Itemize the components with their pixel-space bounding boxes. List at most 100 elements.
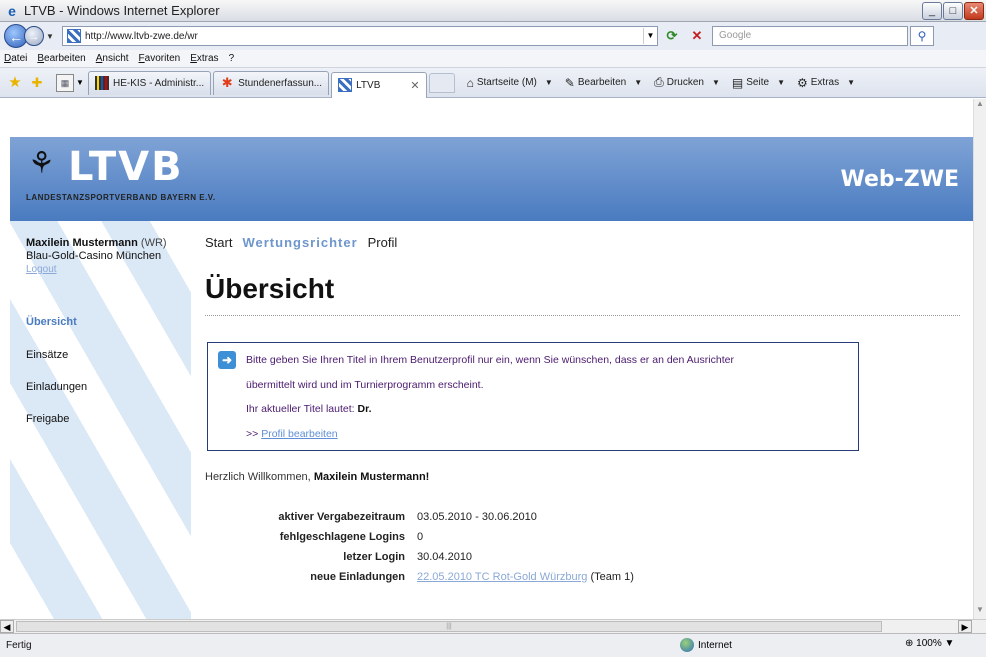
user-club: Blau-Gold-Casino München [26,250,162,262]
printer-icon: ⎙ [654,75,664,89]
page-icon: ▤ [731,75,744,90]
nav-start[interactable]: Start [205,235,232,250]
horizontal-scrollbar[interactable]: ◀ ||| ▶ [0,619,986,633]
print-button[interactable]: ⎙ Drucken ▼ [654,75,720,90]
tab-hekis[interactable]: HE-KIS - Administr... [88,70,212,95]
sidebar-item-einladungen[interactable]: Einladungen [26,381,87,393]
url-dropdown-icon[interactable]: ▼ [643,28,657,44]
info-box: ➜ Bitte geben Sie Ihren Titel in Ihrem B… [207,342,859,451]
user-name: Maxilein Mustermann [26,237,138,249]
scroll-up-icon[interactable]: ▲ [974,99,986,113]
edit-profile-link[interactable]: Profil bearbeiten [261,428,337,440]
menu-bearbeiten[interactable]: Bearbeiten [37,53,85,64]
logout-link[interactable]: Logout [26,264,57,275]
current-title-value: Dr. [357,403,372,415]
scroll-down-icon[interactable]: ▼ [974,605,986,619]
page-viewport: ⚘ LTVB LANDESTANZSPORTVERBAND BAYERN E.V… [0,99,973,619]
minimize-button[interactable]: _ [922,2,942,20]
scroll-left-icon[interactable]: ◀ [0,620,14,633]
add-favorite-icon[interactable]: ✚ [28,74,46,92]
maximize-button[interactable]: □ [943,2,963,20]
dancer-logo-icon: ⚘ [28,147,55,180]
tools-button[interactable]: ⚙ Extras ▼ [797,76,855,90]
info-title-line: Ihr aktueller Titel lautet: Dr. [246,403,372,415]
stat-value: 30.04.2010 [417,551,473,563]
home-label: Startseite (M) [476,77,537,88]
nav-profil[interactable]: Profil [368,235,398,250]
url-text[interactable]: http://www.ltvb-zwe.de/wr [85,31,643,42]
zoom-icon: ⊕ [905,638,914,649]
menu-help[interactable]: ? [229,53,235,64]
info-text-line2: übermittelt wird und im Turnierprogramm … [246,379,484,391]
edit-button[interactable]: ✎ Bearbeiten ▼ [565,76,642,90]
quick-tabs-icon[interactable]: ▦ [56,73,74,92]
nav-wertungsrichter[interactable]: Wertungsrichter [242,235,357,250]
refresh-button[interactable]: ⟳ [661,26,683,46]
menu-extras[interactable]: Extras [190,53,218,64]
stat-value: 22.05.2010 TC Rot-Gold Würzburg (Team 1) [417,571,634,583]
stat-label: aktiver Vergabezeitraum [278,511,405,523]
menu-bar: Datei Bearbeiten Ansicht Favoriten Extra… [0,50,986,68]
window-controls: _ □ ✕ [922,2,984,20]
search-input[interactable]: Google [712,26,908,46]
zone-label: Internet [698,639,732,651]
url-field[interactable]: http://www.ltvb-zwe.de/wr ▼ [62,26,658,46]
brand-title: Web-ZWE [840,167,959,192]
stat-label: neue Einladungen [310,571,405,583]
search-icon[interactable]: ⚲ [910,26,934,46]
tab-stundenerfassung[interactable]: ✱ Stundenerfassun... [213,70,330,95]
stop-button[interactable]: ✕ [686,26,708,46]
site-logo[interactable]: LTVB [68,147,184,187]
globe-icon [680,638,694,652]
close-button[interactable]: ✕ [964,2,984,20]
forward-button[interactable]: → [24,26,44,46]
history-dropdown-icon[interactable]: ▼ [44,32,56,41]
status-bar: Fertig Internet ⊕ 100% ▼ [0,633,986,657]
scroll-thumb[interactable]: ||| [16,621,882,632]
welcome-name: Maxilein Mustermann [313,471,426,483]
tab-bar: ★ ✚ ▦ ▼ HE-KIS - Administr... ✱ Stundene… [0,68,986,98]
invitation-link[interactable]: 22.05.2010 TC Rot-Gold Würzburg [417,571,587,583]
menu-ansicht[interactable]: Ansicht [96,53,129,64]
tab-label: HE-KIS - Administr... [113,77,205,89]
edit-label: Bearbeiten [577,77,627,88]
sidebar-item-einsaetze[interactable]: Einsätze [26,349,68,361]
sidebar-item-uebersicht[interactable]: Übersicht [26,316,77,328]
stat-label: fehlgeschlagene Logins [279,531,405,543]
site-favicon-icon [338,78,353,92]
menu-favoriten[interactable]: Favoriten [139,53,181,64]
ie-logo-icon: e [8,2,16,19]
logo-subtitle: LANDESTANZSPORTVERBAND BAYERN E.V. [26,193,216,202]
stat-label: letzer Login [343,551,405,563]
user-info: Maxilein Mustermann (WR) [26,237,167,249]
sidebar-item-freigabe[interactable]: Freigabe [26,413,69,425]
vertical-scrollbar[interactable]: ▲ ▼ [973,99,986,619]
stat-value: 0 [417,531,424,543]
security-zone[interactable]: Internet [680,638,732,652]
barcode-icon [95,76,109,90]
zoom-value: 100% [916,638,942,649]
invitation-suffix: (Team 1) [590,571,634,583]
chevron-down-icon[interactable]: ▼ [945,638,955,649]
zoom-level[interactable]: ⊕ 100% ▼ [905,638,954,649]
page-label: Seite [746,77,770,88]
tab-label: LTVB [356,79,381,91]
favorites-star-icon[interactable]: ★ [6,74,24,92]
chevron-down-icon[interactable]: ▼ [847,78,855,87]
page-button[interactable]: ▤ Seite ▼ [732,76,785,90]
tab-ltvb[interactable]: LTVB ✕ [331,71,427,98]
chevron-down-icon[interactable]: ▼ [777,78,785,87]
chevron-down-icon[interactable]: ▼ [712,78,720,87]
chevron-down-icon[interactable]: ▼ [545,78,553,87]
site-header: ⚘ LTVB LANDESTANZSPORTVERBAND BAYERN E.V… [10,137,973,221]
tab-list-dropdown-icon[interactable]: ▼ [74,78,86,87]
stat-value: 03.05.2010 - 30.06.2010 [417,511,537,523]
chevron-down-icon[interactable]: ▼ [634,78,642,87]
menu-datei[interactable]: Datei [4,53,27,64]
home-button[interactable]: ⌂ Startseite (M) ▼ [467,76,553,90]
scroll-right-icon[interactable]: ▶ [958,620,972,633]
user-role: (WR) [140,237,167,249]
welcome-message: Herzlich Willkommen, Maxilein Mustermann… [205,471,429,483]
new-tab-button[interactable] [428,72,455,93]
tab-close-icon[interactable]: ✕ [380,79,419,92]
